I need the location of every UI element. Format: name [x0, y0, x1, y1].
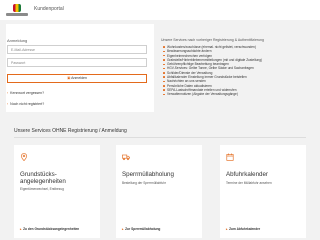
login-heading: Anmeldung	[7, 38, 28, 43]
service-card-grundstueck[interactable]: Grundstücks-angelegenheiten Eigentümerwe…	[14, 145, 100, 238]
list-item: Verwaltennotizen (Abgabe der Verwaltungs…	[163, 92, 311, 96]
card-description: Termine der Müllabfuhr ansehen	[226, 181, 272, 185]
card-link[interactable]: ▸ Zum Abfuhrkalender	[226, 227, 260, 231]
chevron-right-icon: ›	[7, 102, 9, 106]
service-card-abfuhrkalender[interactable]: Abfuhrkalender Termine der Müllabfuhr an…	[220, 145, 306, 238]
logo-wordmark	[6, 13, 28, 16]
services-list: Wohnkosten/zuschüsse (ehemal. nicht geli…	[161, 45, 311, 97]
card-link-label: Zur Sperrmüllabholung	[125, 227, 161, 231]
top-bar: Kundenportal	[0, 0, 320, 20]
login-button[interactable]: ▣ Anmelden	[7, 74, 147, 83]
card-description: Eigentümerwechsel, Erstbezug	[20, 187, 64, 191]
email-field[interactable]	[7, 45, 147, 54]
password-field[interactable]	[7, 58, 147, 67]
forgot-password-link[interactable]: › Kennwort vergessen?	[7, 91, 44, 95]
location-pin-icon	[21, 153, 27, 161]
arrow-right-icon: ▸	[20, 227, 22, 231]
calendar-icon	[226, 153, 234, 161]
login-panel	[6, 24, 154, 112]
service-card-sperrmuell[interactable]: Sperrmüllabholung Bestellung der Sperrmü…	[116, 145, 202, 238]
site-title: Kundenportal	[34, 6, 64, 12]
arrow-right-icon: ▸	[122, 227, 124, 231]
card-title: Abfuhrkalender	[226, 171, 268, 178]
register-link[interactable]: › Noch nicht registriert?	[7, 102, 44, 106]
card-link-label: Zu den Grundstücksangelegenheiten	[23, 227, 80, 231]
arrow-right-icon: ▸	[226, 227, 228, 231]
card-link[interactable]: ▸ Zu den Grundstücksangelegenheiten	[20, 227, 79, 231]
section-divider	[14, 137, 306, 138]
logo[interactable]	[6, 4, 28, 16]
crest-icon	[13, 4, 21, 12]
login-icon: ▣	[67, 76, 71, 80]
card-description: Bestellung der Sperrmüllabfuhr	[122, 181, 166, 185]
card-link[interactable]: ▸ Zur Sperrmüllabholung	[122, 227, 160, 231]
card-link-label: Zum Abfuhrkalender	[229, 227, 261, 231]
section-title: Unsere Services OHNE Registrierung / Anm…	[14, 128, 127, 134]
login-button-label: Anmelden	[71, 76, 87, 80]
card-title: Sperrmüllabholung	[122, 171, 174, 178]
chevron-right-icon: ›	[7, 91, 9, 95]
card-title: Grundstücks-angelegenheiten	[20, 171, 66, 186]
services-info-title: Unsere Services nach vorheriger Registri…	[161, 38, 264, 42]
register-label: Noch nicht registriert?	[10, 102, 45, 106]
forgot-password-label: Kennwort vergessen?	[10, 91, 45, 95]
services-info: Unsere Services nach vorheriger Registri…	[161, 38, 311, 97]
truck-icon	[122, 154, 130, 161]
